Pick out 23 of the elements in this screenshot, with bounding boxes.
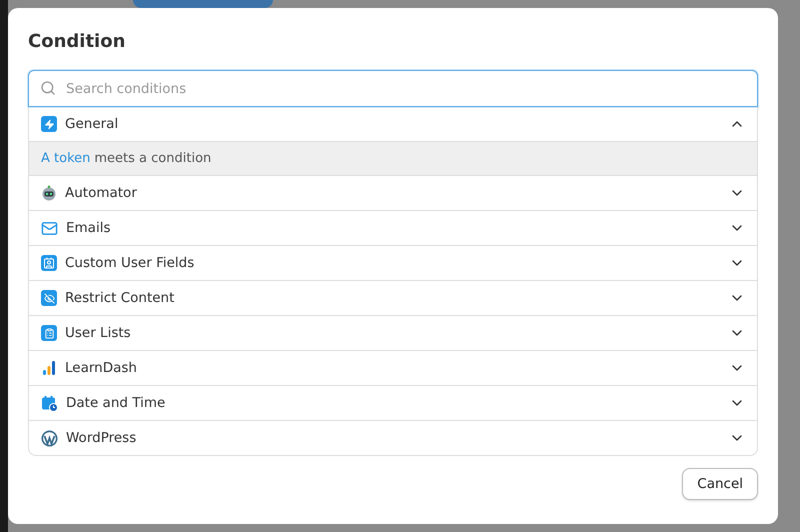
- category-row[interactable]: User Lists: [29, 316, 757, 351]
- category-row[interactable]: Restrict Content: [29, 281, 757, 316]
- category-row[interactable]: Automator: [29, 176, 757, 211]
- category-row[interactable]: LearnDash: [29, 351, 757, 386]
- bar-chart-icon: [41, 360, 57, 376]
- wordpress-icon: [41, 430, 58, 446]
- envelope-icon: [41, 220, 58, 236]
- id-card-icon: [41, 255, 57, 271]
- robot-icon: [41, 185, 57, 201]
- category-row[interactable]: Date and Time: [29, 386, 757, 421]
- clipboard-icon: [41, 325, 57, 341]
- bolt-icon: [41, 116, 57, 132]
- category-row[interactable]: Emails: [29, 211, 757, 246]
- calendar-clock-icon: [41, 394, 58, 412]
- option-text: meets a condition: [94, 151, 212, 166]
- category-row[interactable]: Custom User Fields: [29, 246, 757, 281]
- dialog-title: Condition: [28, 30, 126, 54]
- condition-option[interactable]: A token meets a condition: [29, 142, 757, 176]
- search-icon: [40, 80, 56, 96]
- search-field[interactable]: Search conditions: [28, 70, 758, 107]
- cancel-button[interactable]: Cancel: [682, 468, 758, 500]
- hidden-eye-icon: [41, 290, 57, 306]
- category-row[interactable]: WordPress: [29, 421, 757, 455]
